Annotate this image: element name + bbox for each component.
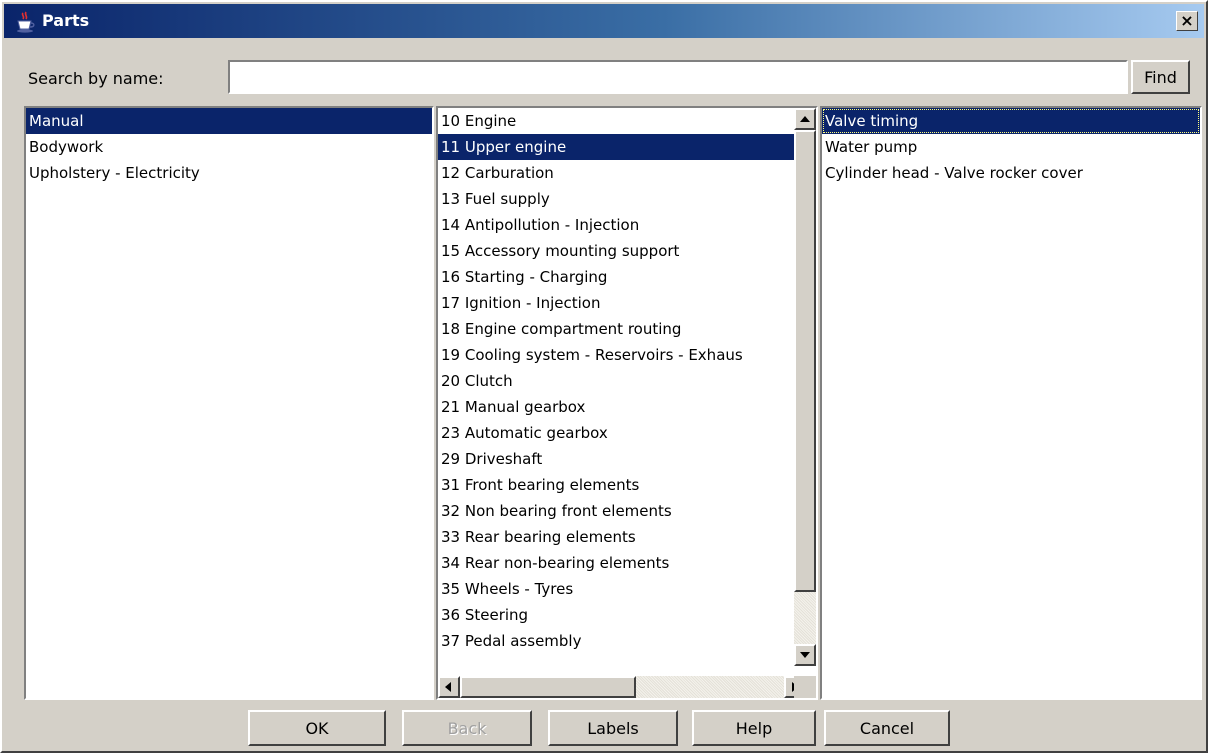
manual-list[interactable]: Manual Bodywork Upholstery - Electricity [24,106,434,700]
close-button[interactable]: × [1176,11,1198,31]
horizontal-scrollbar[interactable] [438,676,806,698]
window-title: Parts [42,11,90,30]
list-item[interactable]: Cylinder head - Valve rocker cover [822,160,1200,186]
list-item[interactable]: 32 Non bearing front elements [438,498,794,524]
list-item[interactable]: 21 Manual gearbox [438,394,794,420]
arrow-down-icon [800,652,810,658]
labels-button[interactable]: Labels [548,710,678,746]
parts-dialog: Parts × Search by name: Find Manual Body… [0,0,1208,753]
vertical-scrollbar[interactable] [794,108,816,666]
list-item[interactable]: 10 Engine [438,108,794,134]
list-item[interactable]: 17 Ignition - Injection [438,290,794,316]
list-item[interactable]: 11 Upper engine [438,134,794,160]
list-item[interactable]: 31 Front bearing elements [438,472,794,498]
title-bar[interactable]: Parts × [4,4,1204,38]
list-item[interactable]: 14 Antipollution - Injection [438,212,794,238]
list-item[interactable]: 18 Engine compartment routing [438,316,794,342]
list-item[interactable]: 36 Steering [438,602,794,628]
search-input[interactable] [228,60,1128,94]
cancel-button[interactable]: Cancel [824,710,950,746]
list-item[interactable]: 19 Cooling system - Reservoirs - Exhaus [438,342,794,368]
list-item[interactable]: Manual [26,108,432,134]
list-item[interactable]: 35 Wheels - Tyres [438,576,794,602]
arrow-left-icon [445,682,451,692]
vertical-scroll-thumb[interactable] [794,130,816,592]
list-item[interactable]: 23 Automatic gearbox [438,420,794,446]
subsection-list[interactable]: Valve timing Water pump Cylinder head - … [820,106,1202,700]
scroll-up-button[interactable] [794,108,816,130]
search-label: Search by name: [28,69,164,88]
section-list-viewport: 10 Engine 11 Upper engine 12 Carburation… [438,108,794,666]
arrow-up-icon [800,116,810,122]
list-item[interactable]: Upholstery - Electricity [26,160,432,186]
help-button[interactable]: Help [692,710,816,746]
scroll-left-button[interactable] [438,676,460,698]
list-item[interactable]: 37 Pedal assembly [438,628,794,654]
list-item[interactable]: 13 Fuel supply [438,186,794,212]
find-button[interactable]: Find [1131,60,1190,94]
section-list[interactable]: 10 Engine 11 Upper engine 12 Carburation… [436,106,818,700]
list-item[interactable]: Valve timing [822,108,1200,134]
list-item[interactable]: Bodywork [26,134,432,160]
list-item[interactable]: 29 Driveshaft [438,446,794,472]
list-item[interactable]: 12 Carburation [438,160,794,186]
list-item[interactable]: Water pump [822,134,1200,160]
list-item[interactable]: 34 Rear non-bearing elements [438,550,794,576]
list-item[interactable]: 16 Starting - Charging [438,264,794,290]
list-item[interactable]: 20 Clutch [438,368,794,394]
scroll-corner [794,676,816,698]
java-coffee-cup-icon [17,11,35,33]
horizontal-scroll-thumb[interactable] [460,676,636,698]
scroll-down-button[interactable] [794,644,816,666]
list-item[interactable]: 15 Accessory mounting support [438,238,794,264]
back-button[interactable]: Back [402,710,532,746]
list-item[interactable]: 33 Rear bearing elements [438,524,794,550]
ok-button[interactable]: OK [248,710,386,746]
